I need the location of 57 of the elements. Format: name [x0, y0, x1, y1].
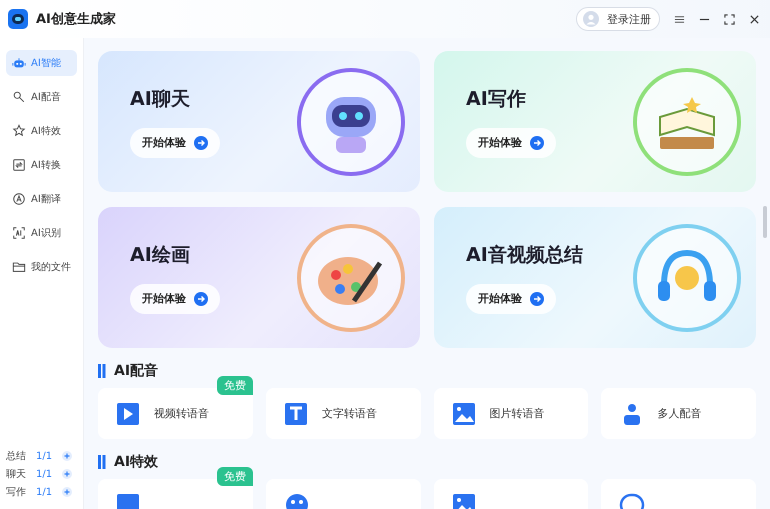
quota-count: 1/1	[36, 450, 52, 462]
feature-card[interactable]: AI音视频总结 开始体验	[434, 207, 756, 348]
quota-label: 聊天	[6, 468, 26, 481]
login-button[interactable]: 登录注册	[576, 7, 660, 31]
close-icon[interactable]	[749, 14, 760, 24]
feature-title: AI音视频总结	[466, 242, 583, 268]
start-button[interactable]: 开始体验	[130, 284, 220, 314]
feature-title: AI写作	[466, 86, 526, 112]
sidebar-item[interactable]: AI转换	[6, 152, 77, 178]
quota-label: 总结	[6, 450, 26, 463]
feature-title: AI聊天	[130, 86, 190, 112]
section-title: AI特效	[114, 453, 158, 471]
app-logo-icon	[8, 9, 28, 29]
sidebar-item[interactable]: 我的文件	[6, 254, 77, 280]
arrow-right-icon	[530, 292, 544, 306]
image-icon	[452, 400, 478, 426]
start-button[interactable]: 开始体验	[466, 128, 556, 158]
add-icon[interactable]	[62, 469, 72, 479]
sidebar-item[interactable]: AI翻译	[6, 186, 77, 212]
convert-icon	[12, 158, 26, 172]
app-title: AI创意生成家	[36, 10, 116, 28]
menu-icon[interactable]	[674, 14, 685, 24]
feature-card[interactable]: AI写作 开始体验	[434, 51, 756, 192]
section-marker-icon	[98, 364, 106, 378]
avatar-icon	[583, 11, 599, 27]
sidebar-item[interactable]: AI特效	[6, 118, 77, 144]
tool-card[interactable]: 图片转语音	[434, 388, 588, 439]
sidebar-item[interactable]: AI识别	[6, 220, 77, 246]
section-marker-icon	[98, 455, 106, 469]
tool-card[interactable]: 多人配音	[601, 388, 756, 439]
start-button[interactable]: 开始体验	[130, 128, 220, 158]
arrow-right-icon	[530, 136, 544, 150]
quota-count: 1/1	[36, 486, 52, 498]
arrow-right-icon	[194, 136, 208, 150]
text-icon	[284, 400, 310, 426]
quota-label: 写作	[6, 486, 26, 499]
play-icon	[116, 400, 142, 426]
feature-card[interactable]: AI聊天 开始体验	[98, 51, 420, 192]
letter-a-icon	[12, 192, 26, 206]
start-button[interactable]: 开始体验	[466, 284, 556, 314]
tool-card[interactable]: 文字转语音	[266, 388, 420, 439]
add-icon[interactable]	[62, 451, 72, 461]
add-icon[interactable]	[62, 487, 72, 497]
free-badge: 免费	[216, 467, 253, 486]
star-icon	[12, 124, 26, 138]
feature-card[interactable]: AI绘画 开始体验	[98, 207, 420, 348]
robot-icon	[12, 56, 26, 70]
free-badge: 免费	[216, 376, 253, 395]
arrow-right-icon	[194, 292, 208, 306]
scrollbar[interactable]	[763, 206, 767, 238]
folder-icon	[12, 260, 26, 274]
section-title: AI配音	[114, 362, 158, 380]
feature-title: AI绘画	[130, 242, 190, 268]
sidebar-item[interactable]: AI配音	[6, 84, 77, 110]
scan-icon	[12, 226, 26, 240]
quota-count: 1/1	[36, 468, 52, 480]
maximize-icon[interactable]	[724, 14, 735, 24]
